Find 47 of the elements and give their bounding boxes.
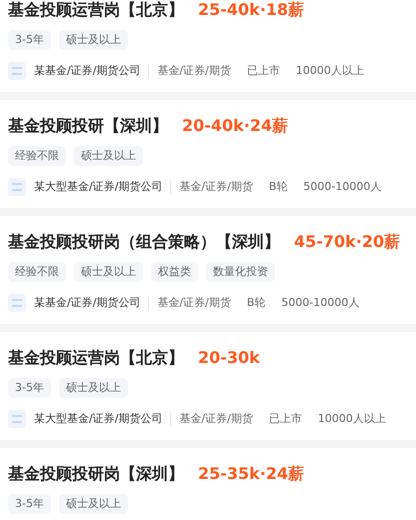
job-card[interactable]: 基金投顾投研岗（组合策略）【深圳】 45-70k·20薪 经验不限 硕士及以上 权益类 数量化投资 某基金/证券/期货公司 基金/证券/期货 B轮 5000-10000人 bbox=[0, 216, 416, 324]
company-info: B轮 bbox=[246, 294, 266, 311]
company-info: 5000-10000人 bbox=[303, 178, 382, 195]
job-tag: 3-5年 bbox=[8, 378, 51, 398]
salary: 45-70k·20薪 bbox=[294, 231, 400, 253]
salary: 25-40k·18薪 bbox=[198, 0, 304, 21]
job-tag: 权益类 bbox=[151, 262, 198, 282]
company-name: 某基金/证券/期货公司 bbox=[34, 294, 140, 311]
job-tag: 经验不限 bbox=[8, 146, 66, 166]
job-tag: 硕士及以上 bbox=[74, 262, 143, 282]
job-card[interactable]: 基金投顾运营岗【北京】 20-30k 3-5年 硕士及以上 某大型基金/证券/期货公司 基金/证券/期货 已上市 10000人以上 bbox=[0, 332, 416, 440]
company-info: 已上市 bbox=[268, 410, 302, 427]
job-tag: 3-5年 bbox=[8, 494, 51, 514]
job-title: 基金投顾投研【深圳】 bbox=[8, 115, 168, 137]
company-info: 10000人以上 bbox=[296, 62, 364, 79]
company-info: 5000-10000人 bbox=[281, 294, 360, 311]
company-name: 某大型基金/证券/期货公司 bbox=[34, 178, 162, 195]
company-logo-icon bbox=[8, 294, 26, 312]
company-logo-icon bbox=[8, 410, 26, 428]
job-tag: 3-5年 bbox=[8, 30, 51, 50]
job-tag: 数量化投资 bbox=[206, 262, 275, 282]
company-info: B轮 bbox=[268, 178, 288, 195]
company-info: 基金/证券/期货 bbox=[157, 62, 231, 79]
company-name: 某大型基金/证券/期货公司 bbox=[34, 410, 162, 427]
job-card[interactable]: 基金投顾投研【深圳】 20-40k·24薪 经验不限 硕士及以上 某大型基金/证券/期货公司 基金/证券/期货 B轮 5000-10000人 bbox=[0, 100, 416, 208]
salary: 20-30k bbox=[198, 347, 260, 369]
job-title: 基金投顾运营岗【北京】 bbox=[8, 0, 184, 21]
company-info: 基金/证券/期货 bbox=[179, 178, 253, 195]
job-tag: 硕士及以上 bbox=[58, 30, 128, 50]
company-info: 基金/证券/期货 bbox=[157, 294, 231, 311]
company-logo-icon bbox=[8, 178, 26, 196]
job-card[interactable]: 基金投顾运营岗【北京】 25-40k·18薪 3-5年 硕士及以上 某基金/证券/期货公司 基金/证券/期货 已上市 10000人以上 bbox=[0, 0, 416, 92]
job-tag: 硕士及以上 bbox=[74, 146, 143, 166]
salary: 25-35k·24薪 bbox=[198, 463, 304, 485]
job-tag: 经验不限 bbox=[8, 262, 66, 282]
company-info: 基金/证券/期货 bbox=[179, 410, 253, 427]
company-logo-icon bbox=[8, 62, 26, 80]
company-name: 某基金/证券/期货公司 bbox=[34, 62, 140, 79]
job-title: 基金投顾投研岗（组合策略）【深圳】 bbox=[8, 231, 280, 253]
job-tag: 硕士及以上 bbox=[58, 494, 128, 514]
company-info: 10000人以上 bbox=[318, 410, 386, 427]
job-title: 基金投顾投研岗【深圳】 bbox=[8, 463, 184, 485]
salary: 20-40k·24薪 bbox=[182, 115, 288, 137]
job-tag: 硕士及以上 bbox=[58, 378, 128, 398]
job-card[interactable]: 基金投顾投研岗【深圳】 25-35k·24薪 3-5年 硕士及以上 bbox=[0, 448, 416, 520]
job-title: 基金投顾运营岗【北京】 bbox=[8, 347, 184, 369]
company-info: 已上市 bbox=[246, 62, 280, 79]
